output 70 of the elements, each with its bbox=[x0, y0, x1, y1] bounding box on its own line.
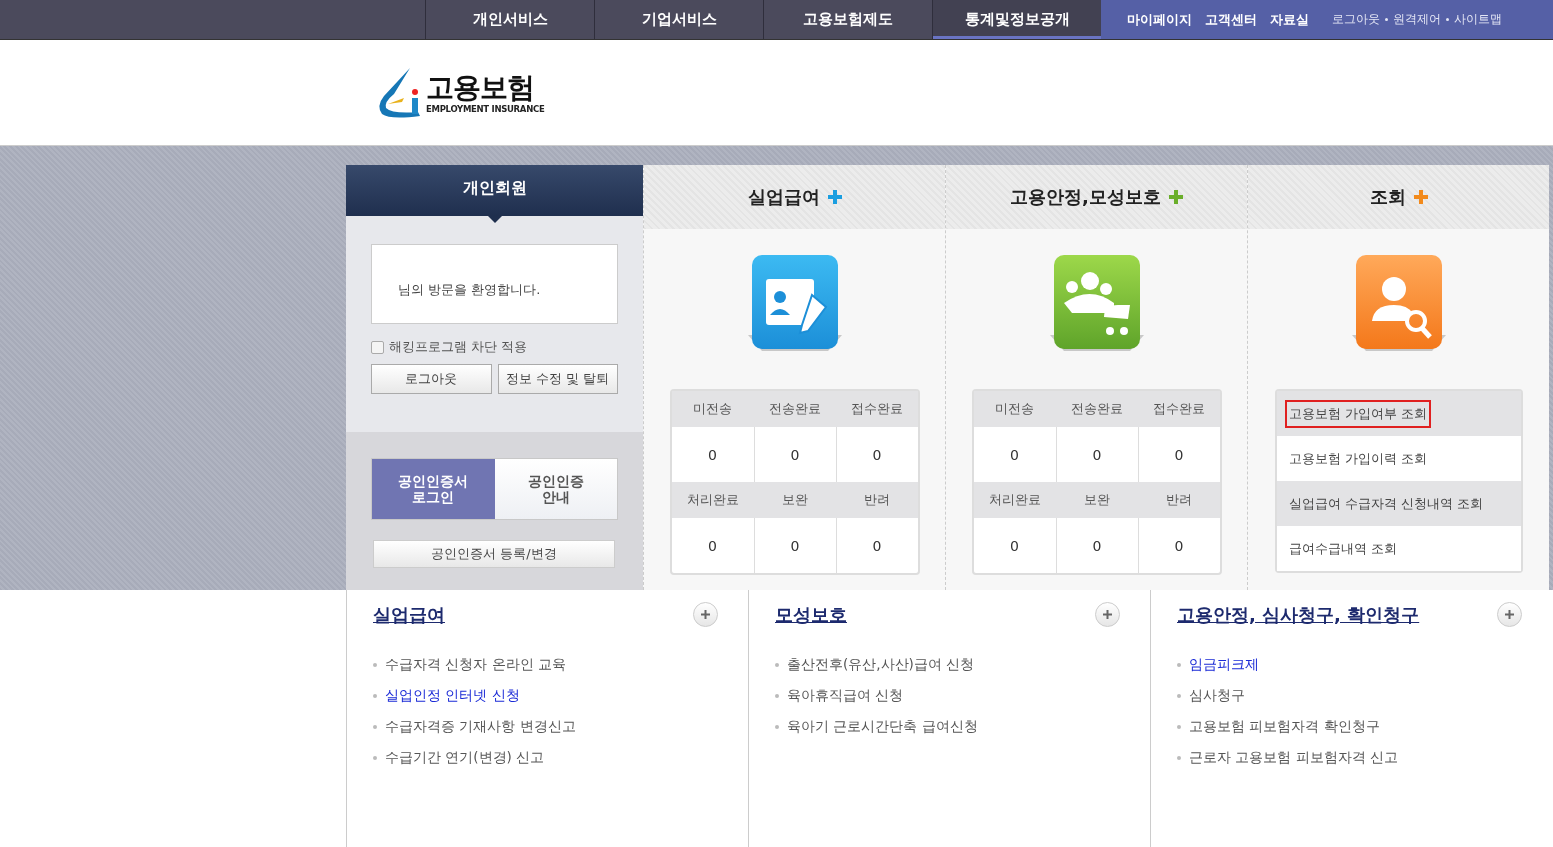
table-header-cell: 접수완료 bbox=[835, 391, 918, 427]
section-link[interactable]: 육아기 근로시간단축 급여신청 bbox=[775, 711, 1120, 742]
utility-link[interactable]: 자료실 bbox=[1270, 10, 1309, 29]
certificate-register-button[interactable]: 공인인증서 등록/변경 bbox=[373, 540, 615, 568]
table-header-cell: 전송완료 bbox=[1055, 391, 1138, 427]
more-button[interactable] bbox=[693, 602, 718, 627]
separator-dot bbox=[1446, 18, 1449, 21]
table-cell: 0 bbox=[753, 518, 836, 573]
tab-pointer-icon bbox=[487, 216, 502, 223]
member-button[interactable]: 정보 수정 및 탈퇴 bbox=[497, 364, 618, 394]
plus-icon[interactable] bbox=[1413, 190, 1428, 204]
table-header-cell: 접수완료 bbox=[1137, 391, 1220, 427]
table-cell-text: 0 bbox=[707, 536, 718, 556]
section-link[interactable]: 출산전후(유산,사산)급여 신청 bbox=[775, 649, 1120, 680]
plus-icon[interactable] bbox=[1168, 190, 1183, 204]
table-header-cell: 전송완료 bbox=[753, 391, 836, 427]
table-cell-text: 0 bbox=[1009, 536, 1020, 556]
section-link[interactable]: 실업인정 인터넷 신청 bbox=[373, 680, 718, 711]
lookup-link[interactable]: 고용보험 가입여부 조회 bbox=[1276, 391, 1521, 436]
plus-icon[interactable] bbox=[827, 190, 842, 204]
utility-link[interactable]: 고객센터 bbox=[1205, 10, 1257, 29]
table-cell: 0 bbox=[1055, 518, 1138, 573]
plus-icon bbox=[1102, 609, 1113, 620]
plus-icon bbox=[700, 609, 711, 620]
section-link[interactable]: 근로자 고용보험 피보험자격 신고 bbox=[1177, 742, 1522, 773]
service-title[interactable]: 고용안정,모성보호 bbox=[1010, 185, 1161, 209]
section-link[interactable]: 육아휴직급여 신청 bbox=[775, 680, 1120, 711]
utility-link[interactable]: 원격제어 bbox=[1393, 11, 1441, 28]
logo-title: 고용보험 bbox=[426, 71, 535, 104]
table-cell: 0 bbox=[835, 518, 918, 573]
table-header-cell: 미전송 bbox=[671, 391, 754, 427]
utility-link[interactable]: 마이페이지 bbox=[1127, 10, 1192, 29]
nav-tab[interactable]: 통계및정보공개 bbox=[932, 0, 1101, 39]
table-header-cell: 처리완료 bbox=[671, 482, 754, 518]
section-link[interactable]: 수급자격 신청자 온라인 교육 bbox=[373, 649, 718, 680]
section-link[interactable]: 임금피크제 bbox=[1177, 649, 1522, 680]
member-button[interactable]: 로그아웃 bbox=[371, 364, 492, 394]
table-header-cell: 보완 bbox=[1055, 482, 1138, 518]
table-header-cell: 반려 bbox=[835, 482, 918, 518]
table-header-cell: 처리완료 bbox=[973, 482, 1056, 518]
table-cell-text: 0 bbox=[707, 445, 718, 465]
welcome-message: 님의 방문을 환영합니다. bbox=[371, 244, 618, 324]
utility-link[interactable]: 사이트맵 bbox=[1454, 11, 1502, 28]
more-button[interactable] bbox=[1497, 602, 1522, 627]
table-header-cell: 보완 bbox=[753, 482, 836, 518]
section-link[interactable]: 수급자격증 기재사항 변경신고 bbox=[373, 711, 718, 742]
table-cell: 0 bbox=[1137, 518, 1220, 573]
section-link[interactable]: 심사청구 bbox=[1177, 680, 1522, 711]
table-cell-text: 0 bbox=[1009, 445, 1020, 465]
service-title[interactable]: 실업급여 bbox=[747, 185, 820, 209]
certificate-tab[interactable]: 공인인증 안내 bbox=[494, 459, 617, 519]
section-link[interactable]: 고용보험 피보험자격 확인청구 bbox=[1177, 711, 1522, 742]
checkbox[interactable] bbox=[371, 340, 384, 354]
section-title[interactable]: 고용안정, 심사청구, 확인청구 bbox=[1177, 602, 1420, 627]
service-title[interactable]: 조회 bbox=[1369, 185, 1406, 209]
utility-link[interactable]: 로그아웃 bbox=[1332, 11, 1380, 28]
logo-subtitle: EMPLOYMENT INSURANCE bbox=[426, 103, 545, 114]
certificate-tab[interactable]: 공인인증서 로그인 bbox=[372, 459, 495, 519]
nav-tab[interactable]: 기업서비스 bbox=[594, 0, 763, 39]
separator-dot bbox=[1385, 18, 1388, 21]
section-title[interactable]: 실업급여 bbox=[373, 602, 445, 627]
nav-tab[interactable]: 개인서비스 bbox=[425, 0, 594, 39]
section-link[interactable]: 수급기간 연기(변경) 신고 bbox=[373, 742, 718, 773]
table-header-cell: 미전송 bbox=[973, 391, 1056, 427]
checkbox-label: 해킹프로그램 차단 적용 bbox=[389, 338, 528, 356]
plus-icon bbox=[1504, 609, 1515, 620]
section-title[interactable]: 모성보호 bbox=[775, 602, 847, 627]
table-header-cell: 반려 bbox=[1137, 482, 1220, 518]
lookup-link[interactable]: 실업급여 수급자격 신청내역 조회 bbox=[1276, 481, 1521, 526]
more-button[interactable] bbox=[1095, 602, 1120, 627]
